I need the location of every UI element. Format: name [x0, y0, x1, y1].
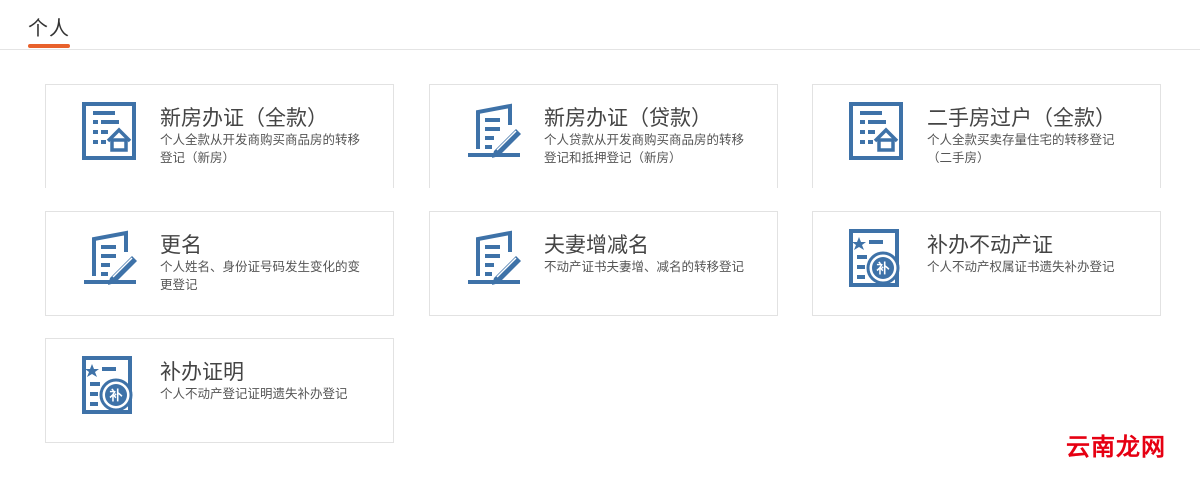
document-pen-icon	[464, 228, 524, 288]
card-description: 个人全款买卖存量住宅的转移登记（二手房）	[927, 132, 1115, 165]
card-title: 补办证明	[160, 360, 244, 384]
service-card-new-house-loan[interactable]: 新房办证（贷款） 个人贷款从开发商购买商品房的转移登记和抵押登记（新房）	[429, 84, 778, 188]
house-certificate-icon	[847, 101, 907, 161]
service-card-reissue-certificate[interactable]: 补 补办不动产证 个人不动产权属证书遗失补办登记	[812, 211, 1161, 316]
card-description: 个人全款从开发商购买商品房的转移登记（新房）	[160, 132, 361, 165]
tab-active-indicator	[28, 44, 70, 48]
card-title: 更名	[160, 233, 202, 257]
card-description: 不动产证书夫妻增、减名的转移登记	[544, 259, 745, 274]
svg-text:补: 补	[108, 388, 122, 404]
card-description: 个人不动产登记证明遗失补办登记	[160, 386, 348, 401]
card-description: 个人不动产权属证书遗失补办登记	[927, 259, 1115, 274]
house-certificate-icon	[80, 101, 140, 161]
tab-bar: 个人	[0, 0, 1200, 50]
certificate-seal-icon: 补	[847, 228, 907, 288]
document-pen-icon	[80, 228, 140, 288]
card-description: 个人姓名、身份证号码发生变化的变更登记	[160, 259, 361, 292]
service-card-reissue-proof[interactable]: 补 补办证明 个人不动产登记证明遗失补办登记	[45, 338, 394, 443]
svg-text:补: 补	[875, 261, 889, 277]
service-card-second-hand-transfer[interactable]: 二手房过户（全款） 个人全款买卖存量住宅的转移登记（二手房）	[812, 84, 1161, 188]
card-title: 二手房过户（全款）	[927, 106, 1116, 130]
card-description: 个人贷款从开发商购买商品房的转移登记和抵押登记（新房）	[544, 132, 745, 165]
service-card-rename[interactable]: 更名 个人姓名、身份证号码发生变化的变更登记	[45, 211, 394, 316]
tab-personal[interactable]: 个人	[28, 16, 70, 40]
service-card-spouse-name-change[interactable]: 夫妻增减名 不动产证书夫妻增、减名的转移登记	[429, 211, 778, 316]
card-title: 补办不动产证	[927, 233, 1053, 257]
card-title: 新房办证（全款）	[160, 106, 328, 130]
certificate-seal-icon: 补	[80, 355, 140, 415]
site-watermark: 云南龙网	[1066, 432, 1166, 461]
service-card-new-house-full[interactable]: 新房办证（全款） 个人全款从开发商购买商品房的转移登记（新房）	[45, 84, 394, 188]
document-pen-icon	[464, 101, 524, 161]
card-title: 夫妻增减名	[544, 233, 649, 257]
page: 个人 新房办证（全款） 个人全款从开发商购买商品房的转移登记（新房） 新房办证（…	[0, 0, 1200, 477]
card-title: 新房办证（贷款）	[544, 106, 712, 130]
